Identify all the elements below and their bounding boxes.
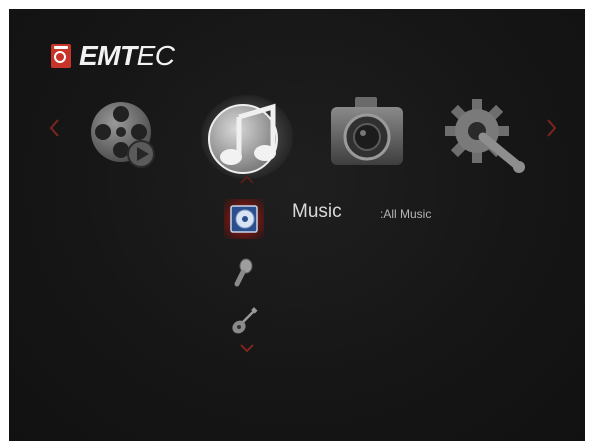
brand-name-bold: EMT xyxy=(79,40,137,71)
music-note-icon xyxy=(201,95,293,179)
menu-up-arrow-icon[interactable] xyxy=(239,175,255,185)
submenu-subtitle: :All Music xyxy=(380,207,432,221)
menu-item-all-music[interactable] xyxy=(224,199,264,239)
category-music[interactable] xyxy=(199,89,295,181)
cd-disc-icon xyxy=(230,205,258,233)
menu-item-genre[interactable] xyxy=(224,301,264,341)
brand-logo: EMT EC xyxy=(51,39,175,73)
guitar-icon xyxy=(232,307,258,334)
arrow-left-icon[interactable] xyxy=(47,117,61,139)
film-reel-icon xyxy=(91,102,155,168)
category-photo[interactable] xyxy=(325,91,409,173)
brand-name-rest: EC xyxy=(136,40,175,71)
gear-wrench-icon xyxy=(445,99,525,173)
brand-badge-icon xyxy=(51,44,71,68)
menu-item-artist[interactable] xyxy=(224,253,264,293)
arrow-right-icon[interactable] xyxy=(545,117,559,139)
media-player-screen: EMT EC Music:All Music xyxy=(9,9,585,441)
submenu-title: Music xyxy=(292,201,342,222)
microphone-icon xyxy=(234,258,253,287)
category-setup[interactable] xyxy=(439,93,529,175)
camera-icon xyxy=(331,97,403,165)
category-video[interactable] xyxy=(83,94,165,176)
menu-down-arrow-icon[interactable] xyxy=(239,343,255,353)
